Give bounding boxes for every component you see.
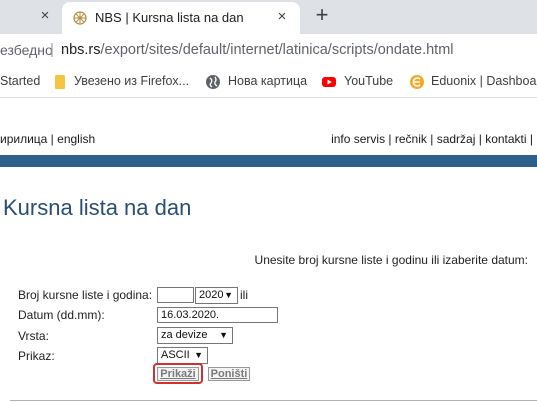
vrsta-label: Vrsta: — [18, 329, 49, 343]
nbs-favicon-icon — [73, 11, 87, 25]
folder-icon — [55, 75, 65, 89]
close-icon[interactable]: × — [37, 8, 53, 24]
prikazi-button[interactable]: Prikaži — [157, 367, 199, 381]
nav-sadrzaj[interactable]: sadržaj — [437, 132, 476, 146]
datum-label: Datum (dd.mm): — [18, 308, 105, 322]
dropdown-arrow-icon: ▼ — [194, 350, 203, 360]
top-navigation: info servis | rečnik | sadržaj | kontakt… — [331, 132, 533, 146]
page-title: Kursna lista na dan — [3, 195, 192, 220]
tab-title: NBS | Kursna lista na dan — [95, 10, 244, 25]
broj-label: Broj kursne liste i godina: — [18, 288, 153, 302]
bookmark-firefox-folder[interactable]: Увезено из Firefox... — [74, 74, 189, 88]
new-tab-button[interactable]: + — [312, 4, 332, 26]
lang-english-link[interactable]: english — [57, 132, 95, 146]
lang-cyrillic-link[interactable]: ирилица — [0, 132, 47, 146]
youtube-icon — [322, 77, 336, 87]
nav-info-servis[interactable]: info servis — [331, 132, 385, 146]
close-icon[interactable]: × — [274, 9, 290, 25]
prikaz-select[interactable]: ASCII ▼ — [157, 347, 208, 364]
dropdown-arrow-icon: ▼ — [219, 330, 228, 340]
nav-separator: | — [475, 132, 486, 146]
year-select-value: 2020 — [199, 289, 224, 301]
lang-separator: | — [47, 132, 58, 146]
nav-separator: | — [426, 132, 437, 146]
year-select[interactable]: 2020 ▼ — [195, 287, 238, 304]
ponisti-button[interactable]: Poništi — [208, 367, 250, 381]
globe-icon — [206, 75, 220, 89]
datum-input[interactable]: 16.03.2020. — [157, 307, 278, 323]
bookmark-new-tab[interactable]: Нова картица — [228, 74, 307, 88]
address-bar[interactable]: езбедно | nbs.rs/export/sites/default/in… — [0, 34, 537, 66]
security-status[interactable]: езбедно — [0, 42, 53, 58]
browser-tab-active[interactable]: NBS | Kursna lista na dan × — [62, 2, 300, 34]
divider — [10, 400, 537, 401]
bookmark-eduonix[interactable]: Eduonix | Dashboar... — [431, 74, 537, 88]
broj-input[interactable] — [157, 287, 194, 303]
nav-separator: | — [385, 132, 395, 146]
vrsta-select[interactable]: za devize ▼ — [157, 327, 233, 344]
bookmark-started[interactable]: Started — [0, 74, 40, 88]
nav-kontakti[interactable]: kontakti — [485, 132, 526, 146]
address-separator: | — [50, 41, 54, 58]
language-switcher: ирилица | english — [0, 132, 95, 146]
prikaz-select-value: ASCII — [161, 349, 190, 361]
or-text: ili — [240, 288, 248, 302]
eduonix-icon — [410, 75, 424, 89]
url-path: /export/sites/default/internet/latinica/… — [100, 42, 454, 58]
url-text[interactable]: nbs.rs/export/sites/default/internet/lat… — [61, 42, 454, 58]
bookmarks-bar: Started Увезено из Firefox... Нова карти… — [0, 66, 537, 98]
tab-strip: × NBS | Kursna lista na dan × + — [0, 0, 537, 34]
dropdown-arrow-icon: ▼ — [224, 290, 233, 300]
prikaz-label: Prikaz: — [18, 349, 55, 363]
header-bar — [0, 155, 537, 167]
url-host: nbs.rs — [61, 42, 101, 58]
vrsta-select-value: za devize — [161, 329, 208, 341]
bookmark-youtube[interactable]: YouTube — [344, 74, 393, 88]
nav-separator: | — [526, 132, 533, 146]
instruction-text: Unesite broj kursne liste i godinu ili i… — [254, 253, 528, 267]
nav-recnik[interactable]: rečnik — [395, 132, 427, 146]
